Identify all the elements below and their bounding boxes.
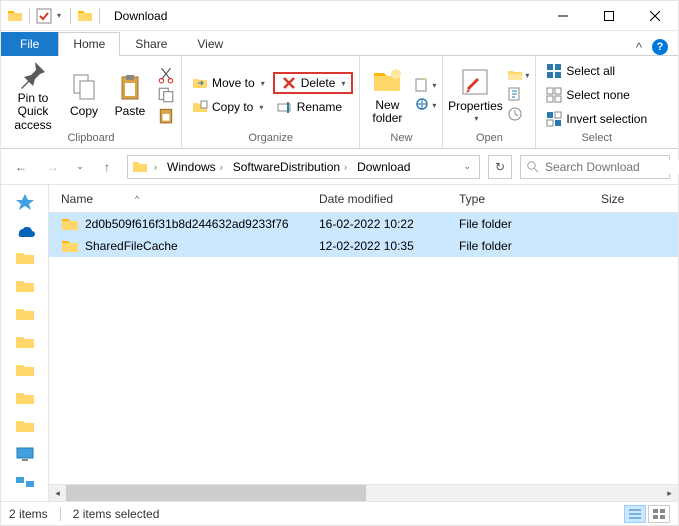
- folder-icon[interactable]: [14, 277, 36, 295]
- ribbon-tabs: File Home Share View ^ ?: [1, 31, 678, 55]
- forward-button[interactable]: →: [41, 155, 65, 179]
- this-pc-icon[interactable]: [14, 445, 36, 463]
- minimize-button[interactable]: [540, 1, 586, 31]
- folder-icon[interactable]: [14, 249, 36, 267]
- column-headers[interactable]: Name^ Date modified Type Size: [49, 185, 678, 213]
- crumb-windows[interactable]: Windows›: [163, 160, 227, 174]
- cut-icon[interactable]: [157, 66, 175, 84]
- up-button[interactable]: ↑: [95, 155, 119, 179]
- folder-icon[interactable]: [14, 305, 36, 323]
- folder-icon: [77, 8, 93, 24]
- file-rows[interactable]: 2d0b509f616f31b8d244632ad9233f7616-02-20…: [49, 213, 678, 484]
- status-bar: 2 items 2 items selected: [1, 501, 678, 525]
- move-to-button[interactable]: Move to▾: [188, 72, 269, 94]
- tab-home[interactable]: Home: [58, 32, 120, 56]
- help-icon[interactable]: ?: [652, 39, 668, 55]
- properties-button[interactable]: Properties ▾: [449, 61, 501, 129]
- quick-access-icon[interactable]: [14, 193, 36, 211]
- invert-selection-icon: [546, 111, 562, 127]
- easy-access-icon[interactable]: ▾: [414, 96, 436, 114]
- tab-view[interactable]: View: [182, 32, 238, 56]
- copy-button[interactable]: Copy: [63, 61, 105, 129]
- window-title: Download: [110, 9, 167, 23]
- quick-access-toolbar: ▾: [1, 8, 110, 24]
- new-folder-button[interactable]: New folder: [366, 61, 408, 129]
- group-clipboard: Pin to Quick access Copy Paste Clipboard: [1, 56, 182, 148]
- rename-icon: [277, 99, 293, 115]
- chevron-down-icon[interactable]: ⌄: [463, 161, 475, 172]
- edit-icon[interactable]: [507, 86, 529, 104]
- folder-icon[interactable]: [14, 417, 36, 435]
- sort-indicator-icon: ^: [135, 194, 139, 204]
- folder-icon: [7, 8, 23, 24]
- paste-shortcut-icon[interactable]: [157, 106, 175, 124]
- maximize-button[interactable]: [586, 1, 632, 31]
- open-icon[interactable]: ▾: [507, 66, 529, 84]
- file-list: Name^ Date modified Type Size 2d0b509f61…: [49, 185, 678, 501]
- horizontal-scrollbar[interactable]: ◂ ▸: [49, 484, 678, 501]
- checkbox-icon[interactable]: [36, 8, 52, 24]
- table-row[interactable]: 2d0b509f616f31b8d244632ad9233f7616-02-20…: [49, 213, 678, 235]
- crumb-download[interactable]: Download: [353, 160, 414, 174]
- selection-count: 2 items selected: [73, 507, 160, 521]
- item-count: 2 items: [9, 507, 48, 521]
- select-all-button[interactable]: Select all: [542, 60, 651, 82]
- table-row[interactable]: SharedFileCache12-02-2022 10:35File fold…: [49, 235, 678, 257]
- details-view-button[interactable]: [624, 505, 646, 523]
- select-none-button[interactable]: Select none: [542, 84, 651, 106]
- group-select: Select all Select none Invert selection …: [536, 56, 657, 148]
- pin-icon: [17, 58, 49, 90]
- select-none-icon: [546, 87, 562, 103]
- history-icon[interactable]: [507, 106, 529, 124]
- properties-icon: [459, 66, 491, 98]
- new-folder-icon: [371, 65, 403, 97]
- close-button[interactable]: [632, 1, 678, 31]
- copy-path-icon[interactable]: [157, 86, 175, 104]
- content-area: Name^ Date modified Type Size 2d0b509f61…: [1, 185, 678, 501]
- copy-to-icon: [192, 99, 208, 115]
- group-organize: Move to▾ Copy to▾ Delete▾ Rename Organiz…: [182, 56, 360, 148]
- folder-icon: [132, 159, 148, 175]
- large-icons-view-button[interactable]: [648, 505, 670, 523]
- pin-to-quick-access-button[interactable]: Pin to Quick access: [7, 61, 59, 129]
- search-icon: [527, 161, 539, 173]
- paste-button[interactable]: Paste: [109, 61, 151, 129]
- move-to-icon: [192, 75, 208, 91]
- invert-selection-button[interactable]: Invert selection: [542, 108, 651, 130]
- search-input[interactable]: [520, 155, 670, 179]
- folder-icon[interactable]: [14, 361, 36, 379]
- title-bar: ▾ Download: [1, 1, 678, 31]
- address-bar: ← → ⌄ ↑ › Windows› SoftwareDistribution›…: [1, 149, 678, 185]
- paste-icon: [114, 71, 146, 103]
- delete-icon: [281, 75, 297, 91]
- tab-file[interactable]: File: [1, 32, 58, 56]
- ribbon: Pin to Quick access Copy Paste Clipboard: [1, 55, 678, 149]
- folder-icon[interactable]: [14, 389, 36, 407]
- crumb-softwaredistribution[interactable]: SoftwareDistribution›: [229, 160, 351, 174]
- back-button[interactable]: ←: [9, 155, 33, 179]
- new-item-icon[interactable]: ▾: [414, 76, 436, 94]
- tab-share[interactable]: Share: [120, 32, 182, 56]
- select-all-icon: [546, 63, 562, 79]
- rename-button[interactable]: Rename: [273, 96, 354, 118]
- folder-icon: [61, 215, 79, 233]
- group-new: New folder ▾ ▾ New: [360, 56, 443, 148]
- folder-icon[interactable]: [14, 333, 36, 351]
- breadcrumb[interactable]: › Windows› SoftwareDistribution› Downloa…: [127, 155, 480, 179]
- navigation-pane[interactable]: [1, 185, 49, 501]
- recent-locations-button[interactable]: ⌄: [73, 155, 87, 179]
- network-icon[interactable]: [14, 473, 36, 491]
- refresh-button[interactable]: ↻: [488, 155, 512, 179]
- copy-to-button[interactable]: Copy to▾: [188, 96, 269, 118]
- collapse-ribbon-icon[interactable]: ^: [636, 40, 642, 55]
- folder-icon: [61, 237, 79, 255]
- onedrive-icon[interactable]: [14, 221, 36, 239]
- delete-button[interactable]: Delete▾: [273, 72, 354, 94]
- qat-dropdown-icon[interactable]: ▾: [54, 11, 64, 20]
- copy-icon: [68, 71, 100, 103]
- group-open: Properties ▾ ▾ Open: [443, 56, 536, 148]
